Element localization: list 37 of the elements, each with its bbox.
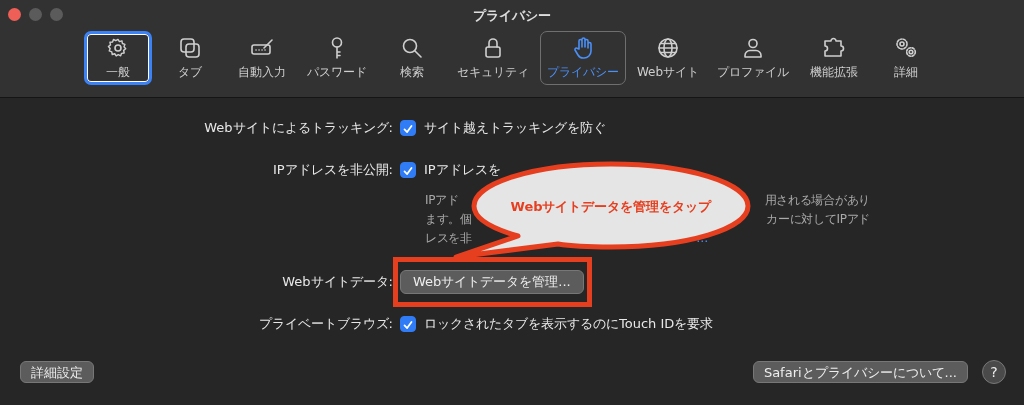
description-text: レスを非 — [425, 230, 472, 247]
checkbox-label[interactable]: ロックされたタブを表示するのにTouch IDを要求 — [424, 315, 714, 333]
globe-icon — [656, 35, 680, 60]
description-text: カーに対してIPアド — [766, 211, 870, 228]
help-button[interactable]: ? — [982, 360, 1006, 384]
toolbar-tab[interactable]: 自動入力 — [227, 31, 296, 85]
description-text: ます。個 — [425, 211, 472, 228]
toolbar-tab[interactable]: プライバシー — [539, 31, 626, 85]
window-title: プライバシー — [473, 7, 551, 25]
checkbox[interactable] — [400, 316, 416, 332]
toolbar-tab[interactable]: プロファイル — [710, 31, 797, 85]
tabs-icon — [177, 35, 202, 60]
gears-icon — [894, 35, 919, 60]
toolbar-tab[interactable]: 詳細 — [872, 31, 941, 85]
callout-text: Webサイトデータを管理をタップ — [509, 198, 713, 216]
toolbar-tab[interactable]: パスワード — [299, 31, 374, 85]
about-privacy-button[interactable]: Safariとプライバシーについて... — [752, 361, 968, 383]
setting-label: Webサイトデータ: — [281, 273, 393, 291]
checkbox[interactable] — [400, 162, 416, 178]
toolbar-tab[interactable]: セキュリティ — [449, 31, 536, 85]
manage-data-button[interactable]: Webサイトデータを管理... — [400, 270, 584, 294]
checkbox[interactable] — [400, 120, 416, 136]
advanced-settings-button[interactable]: 詳細設定 — [20, 361, 94, 383]
setting-label: IPアドレスを非公開: — [271, 161, 393, 179]
toolbar-tab[interactable]: タブ — [155, 31, 224, 85]
checkbox-label[interactable]: IPアドレスを — [424, 161, 501, 179]
description-text: IPアド — [425, 192, 459, 209]
toolbar-tab[interactable]: 機能拡張 — [800, 31, 869, 85]
checkbox-label[interactable]: サイト越えトラッキングを防ぐ — [424, 119, 606, 137]
toolbar-tab[interactable]: 検索 — [377, 31, 446, 85]
setting-label: Webサイトによるトラッキング: — [203, 119, 393, 137]
setting-label: プライベートブラウズ: — [257, 315, 393, 333]
puzzle-icon — [822, 35, 847, 60]
toolbar-tab[interactable]: 一般 — [83, 31, 152, 85]
window-controls-drawing[interactable] — [8, 8, 63, 21]
toolbar-tab[interactable]: Webサイト — [629, 31, 707, 85]
description-text: 用される場合があり — [764, 192, 870, 209]
